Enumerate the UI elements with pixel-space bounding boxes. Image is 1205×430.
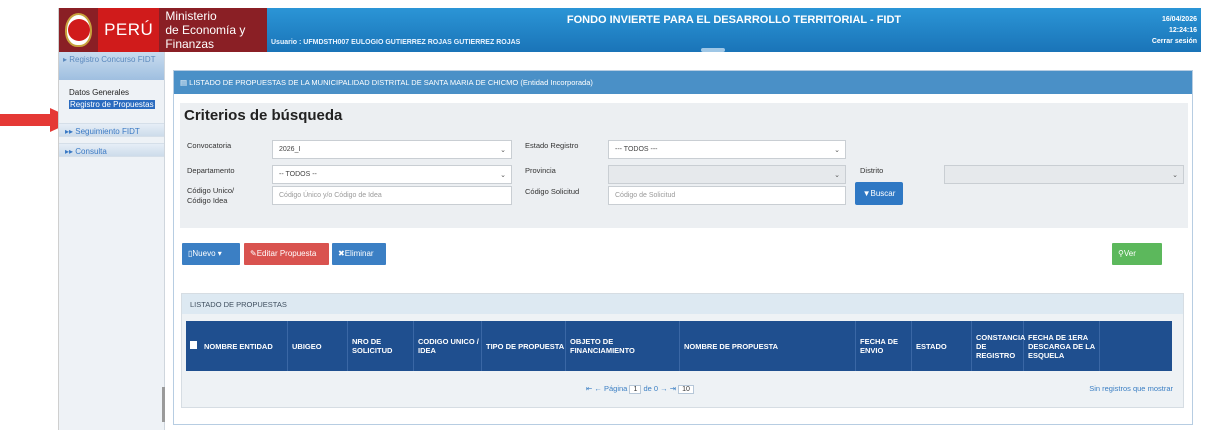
- table-header: NOMBRE ENTIDAD UBIGEO NRO DE SOLICITUD C…: [186, 321, 1172, 371]
- col-constancia[interactable]: CONSTANCIA DE REGISTRO: [972, 321, 1025, 371]
- close-icon: ✖: [338, 249, 345, 258]
- current-date: 16/04/2026: [1161, 16, 1197, 23]
- last-page-icon[interactable]: ⇥: [670, 384, 676, 393]
- departamento-label: Departamento: [187, 166, 235, 175]
- distrito-select[interactable]: ⌄: [944, 165, 1184, 184]
- codigo-label: Código Unico/ Código Idea: [187, 186, 235, 205]
- double-chevron-icon: ▸▸: [65, 127, 74, 136]
- peru-badge: PERÚ: [98, 8, 160, 52]
- coat-of-arms-icon: [65, 13, 93, 47]
- page-size-select[interactable]: 10: [678, 385, 694, 394]
- provincia-select[interactable]: ⌄: [608, 165, 846, 184]
- view-data-button[interactable]: ⚲Ver Datos: [1112, 243, 1162, 280]
- sidebar-submenu: Datos Generales Registro de Propuestas: [59, 80, 164, 109]
- caret-down-icon: ▾: [217, 249, 222, 258]
- brand-area: PERÚ Ministerio de Economía y Finanzas: [59, 8, 267, 52]
- list-icon: ▤: [180, 78, 190, 87]
- criteria-title: Criterios de búsqueda: [184, 107, 343, 124]
- sidebar-item-consulta[interactable]: ▸▸ Consulta: [59, 143, 164, 157]
- page-input[interactable]: 1: [629, 385, 642, 394]
- delete-button[interactable]: ✖Eliminar: [332, 243, 386, 265]
- solicitud-label: Código Solicitud: [525, 187, 580, 196]
- sidebar-scrollbar[interactable]: [162, 387, 165, 422]
- country-label: PERÚ: [104, 20, 154, 39]
- col-nombre-propuesta[interactable]: NOMBRE DE PROPUESTA: [680, 321, 856, 371]
- col-ubigeo[interactable]: UBIGEO: [288, 321, 348, 371]
- double-chevron-icon: ▸▸: [65, 147, 74, 156]
- logout-link[interactable]: Cerrar sesión: [1152, 36, 1197, 47]
- solicitud-input[interactable]: Código de Solicitud: [608, 186, 846, 205]
- header-right: 16/04/2026 12:24:16 Cerrar sesión: [1152, 14, 1197, 47]
- user-info: Usuario : UFMDSTH007 EULOGIO GUTIERREZ R…: [271, 39, 521, 46]
- page-count: de 0: [643, 384, 659, 393]
- page-label: Página: [603, 384, 628, 393]
- pager-controls: ⇤ ← Página 1 de 0 → ⇥ 10: [586, 384, 694, 394]
- convocatoria-select[interactable]: 2026_I ⌄: [272, 140, 512, 159]
- proposals-list: LISTADO DE PROPUESTAS NOMBRE ENTIDAD UBI…: [181, 293, 1184, 408]
- convocatoria-label: Convocatoria: [187, 141, 232, 150]
- col-estado[interactable]: ESTADO: [912, 321, 972, 371]
- empty-message: Sin registros que mostrar: [1089, 384, 1173, 393]
- codigo-input[interactable]: Código Único y/o Código de Idea: [272, 186, 512, 205]
- list-title: LISTADO DE PROPUESTAS: [182, 294, 1183, 314]
- search-button[interactable]: ▼Buscar: [855, 182, 903, 205]
- ministry-name: Ministerio de Economía y Finanzas: [165, 9, 246, 51]
- app-title: FONDO INVIERTE PARA EL DESARROLLO TERRIT…: [566, 14, 902, 26]
- chevron-down-icon: ⌄: [1172, 172, 1178, 179]
- chevron-down-icon: ⌄: [500, 147, 506, 154]
- current-time: 12:24:16: [1168, 27, 1197, 34]
- chevron-down-icon: ⌄: [834, 147, 840, 154]
- col-fecha-descarga[interactable]: FECHA DE 1ERA DESCARGA DE LA ESQUELA: [1024, 321, 1100, 371]
- sidebar-item-datos-generales[interactable]: Datos Generales: [69, 88, 164, 97]
- provincia-label: Provincia: [525, 166, 556, 175]
- estado-label: Estado Registro: [525, 141, 579, 150]
- select-all-checkbox[interactable]: [190, 341, 197, 349]
- col-codigo-unico[interactable]: CODIGO UNICO / IDEA: [414, 321, 482, 371]
- col-tipo-propuesta[interactable]: TIPO DE PROPUESTA: [482, 321, 566, 371]
- edit-button[interactable]: ✎Editar Propuesta: [244, 243, 329, 265]
- header-bar: FONDO INVIERTE PARA EL DESARROLLO TERRIT…: [267, 8, 1201, 52]
- col-fecha-envio[interactable]: FECHA DE ENVIO: [856, 321, 912, 371]
- col-nro-solicitud[interactable]: NRO DE SOLICITUD: [348, 321, 414, 371]
- estado-select[interactable]: --- TODOS --- ⌄: [608, 140, 846, 159]
- sidebar-section-registro[interactable]: ▸ Registro Concurso FIDT: [59, 52, 164, 80]
- next-page-icon[interactable]: →: [660, 384, 668, 393]
- edit-icon: ✎: [250, 249, 257, 258]
- filter-icon: ▼: [862, 189, 871, 198]
- collapse-handle[interactable]: [701, 48, 725, 52]
- distrito-label: Distrito: [860, 166, 884, 175]
- col-objeto-financiamiento[interactable]: OBJETO DE FINANCIAMIENTO: [566, 321, 680, 371]
- sidebar: ▸ Registro Concurso FIDT Datos Generales…: [59, 52, 165, 430]
- chevron-down-icon: ⌄: [500, 172, 506, 179]
- main-panel: ▤ LISTADO DE PROPUESTAS DE LA MUNICIPALI…: [173, 70, 1193, 425]
- first-page-icon[interactable]: ⇤: [586, 384, 592, 393]
- app-window: PERÚ Ministerio de Economía y Finanzas F…: [58, 8, 1201, 430]
- prev-page-icon[interactable]: ←: [594, 384, 602, 393]
- col-nombre-entidad[interactable]: NOMBRE ENTIDAD: [200, 321, 288, 371]
- sidebar-item-seguimiento[interactable]: ▸▸ Seguimiento FIDT: [59, 123, 164, 137]
- chevron-down-icon: ⌄: [834, 172, 840, 179]
- panel-heading: ▤ LISTADO DE PROPUESTAS DE LA MUNICIPALI…: [174, 71, 1192, 94]
- search-criteria: Criterios de búsqueda Convocatoria 2026_…: [180, 103, 1188, 228]
- new-button[interactable]: ▯Nuevo ▾: [182, 243, 240, 265]
- departamento-select[interactable]: -- TODOS -- ⌄: [272, 165, 512, 184]
- sidebar-item-registro-propuestas[interactable]: Registro de Propuestas: [69, 100, 155, 109]
